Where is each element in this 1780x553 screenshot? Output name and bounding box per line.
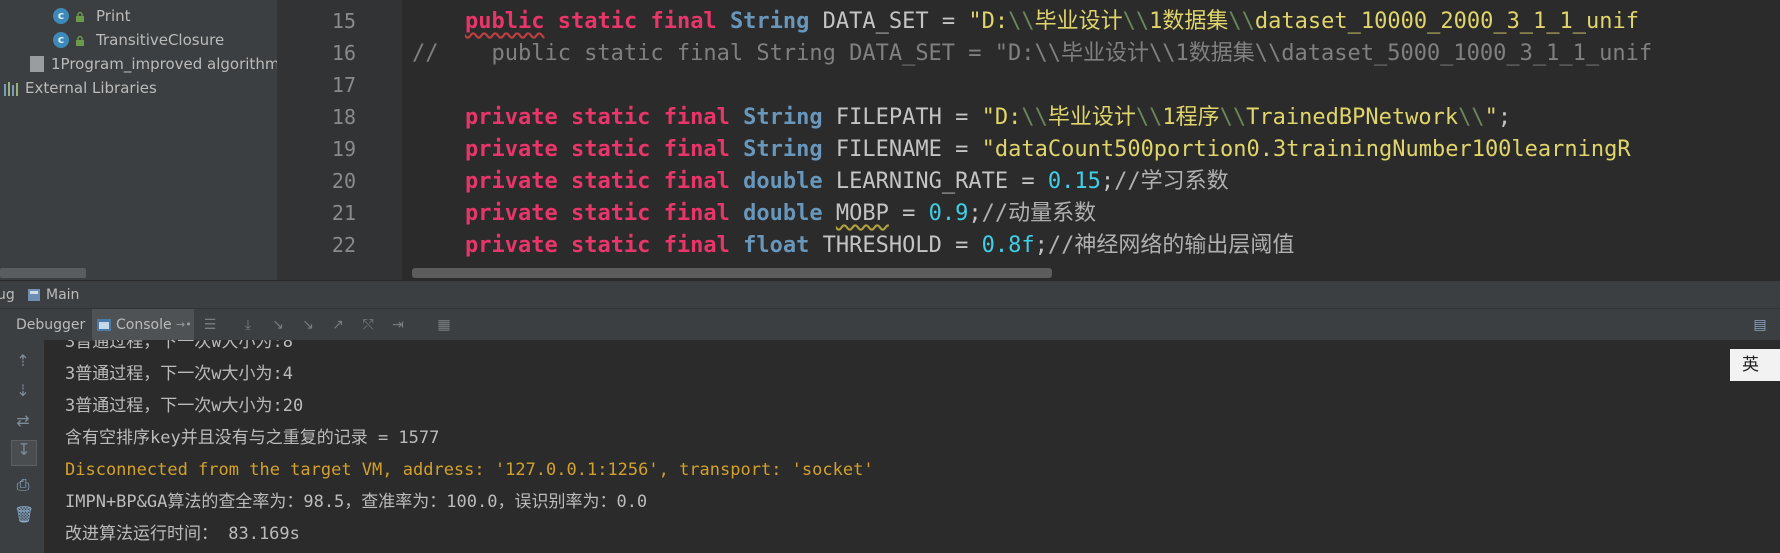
evaluate-expression-icon[interactable]: ▦ [436,317,452,333]
code-line[interactable]: private static final double LEARNING_RAT… [412,166,1229,198]
file-icon [30,56,44,72]
force-step-into-icon[interactable]: ↘ [300,317,316,333]
code-line[interactable]: private static final String FILENAME = "… [412,134,1631,166]
tab-label: Debugger [16,317,86,333]
trash-icon[interactable]: 🗑 [14,506,34,524]
run-to-cursor-icon[interactable]: ⇥ [390,317,406,333]
console-line: 改进算法运行时间： 83.169s [65,524,300,544]
console-line: 3普通过程，下一次w大小为:8 [65,340,293,352]
code-line[interactable]: private static final double MOBP = 0.9;/… [412,198,1096,230]
class-icon: c [53,8,69,24]
code-editor[interactable]: public static final String DATA_SET = "D… [402,0,1780,280]
drop-frame-icon[interactable]: ⤲ [360,317,376,333]
tree-item-label: Print [96,7,131,25]
up-arrow-icon[interactable]: ⇡ [14,352,32,370]
console-line: IMPN+BP&GA算法的查全率为：98.5，查准率为：100.0，误识别率为：… [65,492,648,512]
line-number: 21 [331,201,356,225]
step-out-icon[interactable]: ↗ [330,317,346,333]
tree-item-print[interactable]: c Print [0,4,277,28]
tree-item-program-file[interactable]: 1Program_improved algorithm [0,52,277,76]
line-number: 22 [331,233,356,257]
code-line[interactable]: // public static final String DATA_SET =… [412,38,1652,70]
lock-icon [76,36,84,46]
tab-console[interactable]: Console →• [92,309,194,341]
scroll-to-end-icon[interactable]: ↧ [11,440,37,466]
console-output[interactable]: 3普通过程，下一次w大小为:8 3普通过程，下一次w大小为:4 3普通过程，下一… [45,340,1780,553]
debug-tool-window-header: ug Main [0,280,1780,309]
code-line[interactable]: private static final float THRESHOLD = 0… [412,230,1294,262]
down-arrow-icon[interactable]: ⇣ [14,382,32,400]
console-line: 3普通过程，下一次w大小为:20 [65,396,304,416]
console-line-warning: Disconnected from the target VM, address… [65,460,874,480]
console-side-toolbar: ⇡ ⇣ ⇄ ↧ ⎙ 🗑 [0,340,45,553]
console-line: 含有空排序key并且没有与之重复的记录 = 1577 [65,428,440,448]
console-icon [97,319,111,331]
code-line[interactable]: public static final String DATA_SET = "D… [412,6,1639,38]
restore-layout-icon[interactable]: ☰ [202,317,218,333]
layout-settings-icon[interactable]: ▤ [1752,317,1768,333]
line-number-gutter: 15 16 17 18 19 20 21 22 [277,0,403,280]
pin-arrow-icon: →• [176,318,192,331]
run-config-icon [28,289,40,301]
soft-wrap-icon[interactable]: ⇄ [14,412,32,430]
project-tree-panel: c Print c TransitiveClosure 1Program_imp… [0,0,277,280]
library-icon [4,82,18,96]
run-config-name[interactable]: Main [46,287,79,303]
tree-item-label: 1Program_improved algorithm [51,55,277,73]
debug-title-label: ug [0,287,15,303]
tree-item-transitiveclosure[interactable]: c TransitiveClosure [0,28,277,52]
tab-label: Console [116,317,172,333]
line-number: 20 [331,169,356,193]
line-number: 17 [331,73,356,97]
tree-item-external-libraries[interactable]: External Libraries [0,76,277,100]
line-number: 18 [331,105,356,129]
console-line: 3普通过程，下一次w大小为:4 [65,364,293,384]
line-number: 15 [331,9,356,33]
line-number: 16 [331,41,356,65]
step-into-icon[interactable]: ↘ [270,317,286,333]
tree-item-label: External Libraries [25,79,157,97]
tree-horizontal-scrollbar[interactable] [0,268,86,278]
lock-icon [76,12,84,22]
tab-debugger[interactable]: Debugger [10,309,94,341]
debug-tab-bar: Debugger Console →• ☰ ⤓ ↘ ↘ ↗ ⤲ ⇥ ▦ ▤ [0,308,1780,342]
line-number: 19 [331,137,356,161]
tree-item-label: TransitiveClosure [96,31,225,49]
step-over-icon[interactable]: ⤓ [240,317,256,333]
class-icon: c [53,32,69,48]
editor-horizontal-scrollbar[interactable] [412,268,1052,278]
ime-language-indicator[interactable]: 英 [1730,349,1780,381]
print-icon[interactable]: ⎙ [14,476,32,494]
code-line[interactable]: private static final String FILEPATH = "… [412,102,1511,134]
